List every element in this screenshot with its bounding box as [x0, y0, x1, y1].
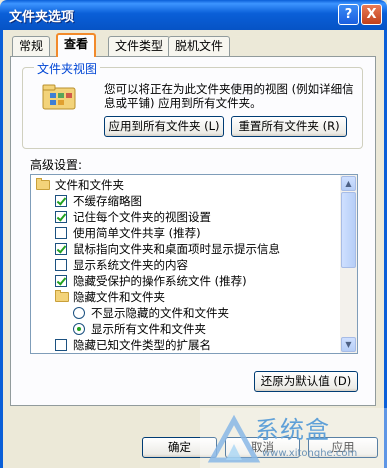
folder-views-icon	[42, 84, 76, 110]
advanced-settings-list[interactable]: 文件和文件夹 不缓存缩略图 记住每个文件夹的视图设置 使用简单文件共享 (推荐)…	[30, 174, 358, 354]
list-item-label: 记住每个文件夹的视图设置	[73, 210, 211, 224]
close-button[interactable]: X	[361, 4, 382, 25]
list-item-label: 文件和文件夹	[55, 178, 124, 192]
folder-views-title: 文件夹视图	[34, 60, 101, 77]
radio-do-not-show-hidden[interactable]	[73, 307, 85, 319]
tab-label: 查看	[64, 37, 89, 51]
checkbox-hide-protected-os-files[interactable]	[55, 275, 67, 287]
tab-label: 脱机文件	[175, 39, 224, 53]
tab-label: 文件类型	[115, 39, 164, 53]
checkbox-no-thumbnail-cache[interactable]	[55, 195, 67, 207]
watermark-text: 系统盒	[255, 416, 330, 444]
help-button[interactable]: ?	[338, 4, 359, 25]
tab-offline-files[interactable]: 脱机文件	[168, 36, 231, 56]
apply-to-all-folders-button[interactable]: 应用到所有文件夹 (L)	[104, 116, 224, 137]
list-item-label: 隐藏已知文件类型的扩展名	[73, 338, 211, 352]
window-title: 文件夹选项	[9, 10, 75, 25]
list-item-label: 使用简单文件共享 (推荐)	[73, 226, 201, 240]
folder-views-description: 您可以将正在为此文件夹使用的视图 (例如详细信息或平铺) 应用到所有文件夹。	[104, 82, 354, 110]
list-item-label: 隐藏文件和文件夹	[73, 290, 165, 304]
restore-defaults-button[interactable]: 还原为默认值 (D)	[254, 371, 358, 392]
watermark-url: www.xitonghe.com	[262, 448, 358, 459]
checkbox-show-system-folder-contents[interactable]	[55, 259, 67, 271]
scroll-up-icon[interactable]: ▲	[341, 176, 356, 191]
list-item-label: 显示所有文件和文件夹	[91, 322, 206, 336]
list-item-label: 显示系统文件夹的内容	[73, 258, 188, 272]
list-item-label: 不显示隐藏的文件和文件夹	[91, 306, 229, 320]
checkbox-remember-view-settings[interactable]	[55, 211, 67, 223]
tab-label: 常规	[19, 39, 44, 53]
window-frame-left	[0, 30, 3, 468]
folder-icon	[55, 290, 69, 302]
tab-general[interactable]: 常规	[12, 36, 51, 56]
tab-file-types[interactable]: 文件类型	[108, 36, 171, 56]
folder-icon	[36, 178, 50, 190]
list-item-label: 鼠标指向文件夹和桌面项时显示提示信息	[73, 242, 280, 256]
tab-view[interactable]: 查看	[56, 33, 97, 57]
title-bar[interactable]: 文件夹选项 ? X	[0, 0, 387, 30]
checkbox-simple-file-sharing[interactable]	[55, 227, 67, 239]
list-item-label: 隐藏受保护的操作系统文件 (推荐)	[73, 274, 247, 288]
folder-options-window: 文件夹选项 ? X 常规 查看 文件类型 脱机文件 文件夹视图 您可以将正在为此…	[0, 0, 387, 468]
checkbox-show-tooltips[interactable]	[55, 243, 67, 255]
reset-all-folders-button[interactable]: 重置所有文件夹 (R)	[231, 116, 347, 137]
vertical-scrollbar[interactable]: ▲ ▼	[340, 175, 357, 353]
advanced-settings-label: 高级设置:	[30, 158, 83, 172]
checkbox-hide-extensions[interactable]	[55, 339, 67, 351]
list-item-label: 不缓存缩略图	[73, 194, 142, 208]
scroll-down-icon[interactable]: ▼	[341, 337, 356, 352]
scroll-thumb[interactable]	[341, 192, 356, 268]
radio-show-all-files[interactable]	[73, 323, 85, 335]
